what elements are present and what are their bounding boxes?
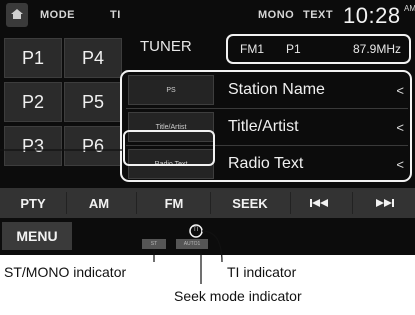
ti-callout: TI indicator bbox=[227, 264, 297, 280]
st-mono-callout: ST/MONO indicator bbox=[4, 264, 127, 280]
seek-mode-callout: Seek mode indicator bbox=[174, 288, 302, 304]
